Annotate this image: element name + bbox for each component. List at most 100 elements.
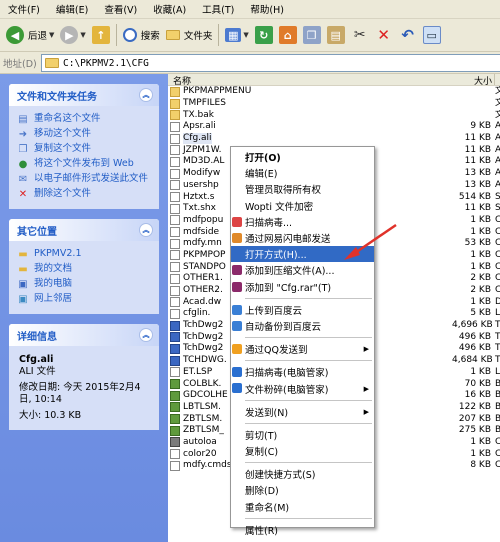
file-row[interactable]: Apsr.ali 9 KB A [168, 121, 500, 133]
file-row[interactable]: Cfg.ali 11 KB A [168, 133, 500, 145]
other-places-header[interactable]: 其它位置 ︽ [9, 219, 159, 241]
file-name: usershp [183, 179, 219, 190]
file-size: 5 KB [470, 308, 492, 319]
file-type: C [495, 238, 500, 249]
file-type: S [495, 191, 500, 202]
menu-item[interactable]: 收藏(A) [145, 2, 194, 16]
file-task-link[interactable]: ▤ 重命名这个文件 [17, 113, 153, 125]
file-task-link[interactable]: ❐ 复制这个文件 [17, 143, 153, 155]
context-menu-item[interactable]: 发送到(N) ▶ [231, 404, 374, 420]
menu-item-label: 重命名(M) [245, 502, 290, 514]
file-tasks-panel: 文件和文件夹任务 ︽ ▤ 重命名这个文件 ➜ 移动这个文件 ❐ 复制这个文件 ● 将这个文件发… [9, 84, 159, 209]
file-name: PKPMPOP [183, 249, 226, 260]
copy-to-button[interactable]: ❐ [300, 22, 324, 48]
context-menu-item[interactable]: 剪切(T) [231, 427, 374, 443]
context-menu-item[interactable]: 属性(R) [231, 522, 374, 538]
file-size: 11 KB [464, 144, 492, 155]
other-place-link[interactable]: ▬ 我的文档 [17, 263, 153, 275]
file-row[interactable]: TX.bak 文 [168, 109, 500, 121]
context-menu-item[interactable]: 编辑(E) [231, 165, 374, 181]
context-menu-item[interactable]: 打开(O) [231, 149, 374, 165]
menu-separator [245, 360, 372, 362]
menu-item[interactable]: 查看(V) [96, 2, 145, 16]
properties-button[interactable]: ▭ [420, 22, 444, 48]
collapse-icon[interactable]: ︽ [139, 223, 153, 237]
back-button[interactable]: ◀ 后退 ▼ [3, 22, 57, 48]
context-menu-item[interactable]: 上传到百度云 [231, 302, 374, 318]
details-header[interactable]: 详细信息 ︽ [9, 324, 159, 346]
file-row[interactable]: TMPFILES 文 [168, 98, 500, 110]
file-icon [170, 121, 180, 132]
folders-button[interactable]: 文件夹 [163, 22, 216, 48]
file-task-link[interactable]: ✉ 以电子邮件形式发送此文件 [17, 173, 153, 185]
context-menu-item[interactable]: 添加到压缩文件(A)... [231, 262, 374, 278]
file-task-link[interactable]: ➜ 移动这个文件 [17, 128, 153, 140]
file-icon [170, 250, 180, 261]
toolbar: ◀ 后退 ▼ ▶ ▼ ↑ 搜索 文件夹 ▦ ▼ ↻ ⌂ ❐ ▤ ✂ ✕ ↶ ▭ [0, 19, 500, 52]
size-column-header[interactable]: 大小 [458, 74, 495, 87]
file-task-link[interactable]: ● 将这个文件发布到 Web [17, 158, 153, 170]
detail-filename: Cfg.ali [19, 354, 54, 365]
context-menu-item[interactable]: 复制(C) [231, 443, 374, 459]
collapse-icon[interactable]: ︽ [139, 328, 153, 342]
file-icon [170, 227, 180, 238]
file-size: 275 KB [458, 425, 492, 436]
file-size: 122 KB [458, 401, 492, 412]
chevron-down-icon[interactable]: ▼ [80, 31, 85, 39]
file-task-link[interactable]: ✕ 删除这个文件 [17, 188, 153, 200]
menu-separator [245, 297, 372, 299]
context-menu-item[interactable]: 通过QQ发送到 ▶ [231, 341, 374, 357]
context-menu-item[interactable]: 添加到 "Cfg.rar"(T) [231, 279, 374, 295]
file-size: 496 KB [458, 343, 492, 354]
context-menu-item[interactable]: 重命名(M) [231, 499, 374, 515]
menu-item-label: 打开方式(H)... [245, 250, 307, 262]
image-file-icon [170, 414, 180, 425]
place-label: 我的电脑 [34, 278, 73, 289]
collapse-icon[interactable]: ︽ [139, 88, 153, 102]
menu-item[interactable]: 工具(T) [194, 2, 242, 16]
address-input[interactable]: C:\PKPMV2.1\CFG [41, 54, 500, 72]
file-row[interactable]: PKPMAPPMENU 文 [168, 86, 500, 98]
refresh-button[interactable]: ↻ [252, 22, 276, 48]
menu-item[interactable]: 文件(F) [0, 2, 48, 16]
context-menu-item[interactable]: 扫描病毒(电脑管家) [231, 364, 374, 380]
views-button[interactable]: ▦ ▼ [222, 22, 251, 48]
file-tasks-header[interactable]: 文件和文件夹任务 ︽ [9, 84, 159, 106]
other-place-link[interactable]: ▣ 我的电脑 [17, 278, 153, 290]
cut-button[interactable]: ✂ [348, 22, 372, 48]
menu-item-label: 剪切(T) [245, 430, 278, 442]
context-menu-item[interactable]: 删除(D) [231, 482, 374, 498]
paste-button[interactable]: ▤ [324, 22, 348, 48]
file-name: ET.LSP [183, 366, 213, 377]
file-name: Acad.dw [183, 296, 222, 307]
menu-item[interactable]: 帮助(H) [242, 2, 292, 16]
file-tasks-list: ▤ 重命名这个文件 ➜ 移动这个文件 ❐ 复制这个文件 ● 将这个文件发布到 Web ✉ 以电子邮… [9, 106, 159, 209]
forward-button[interactable]: ▶ ▼ [57, 22, 88, 48]
other-place-link[interactable]: ▣ 网上邻居 [17, 293, 153, 305]
chevron-down-icon[interactable]: ▼ [243, 31, 248, 39]
delete-button[interactable]: ✕ [372, 22, 396, 48]
folder-up-icon: ↑ [91, 26, 110, 44]
up-folder-button[interactable]: ↑ [89, 22, 113, 48]
executable-icon [170, 320, 180, 331]
context-menu-item[interactable]: 创建快捷方式(S) [231, 466, 374, 482]
context-menu-item[interactable]: 管理员取得所有权 [231, 181, 374, 197]
qq-icon [232, 344, 242, 355]
context-menu-item[interactable]: Wopti 文件加密 [231, 198, 374, 214]
chevron-down-icon[interactable]: ▼ [49, 31, 54, 39]
context-menu-item[interactable]: 自动备份到百度云 [231, 318, 374, 334]
menu-item[interactable]: 编辑(E) [48, 2, 96, 16]
task-label: 以电子邮件形式发送此文件 [34, 173, 149, 184]
other-places-list: ▬ PKPMV2.1 ▬ 我的文档 ▣ 我的电脑 ▣ 网上邻居 [9, 241, 159, 314]
undo-button[interactable]: ↶ [396, 22, 420, 48]
context-menu-item[interactable]: 文件粉碎(电脑管家) ▶ [231, 380, 374, 396]
home-button[interactable]: ⌂ [276, 22, 300, 48]
file-name-cell: Cfg.ali [168, 133, 452, 145]
name-column-header[interactable]: 名称 [168, 74, 458, 87]
other-place-link[interactable]: ▬ PKPMV2.1 [17, 248, 153, 260]
details-panel: 详细信息 ︽ Cfg.ali ALI 文件 修改日期: 今天 2015年2月4日… [9, 324, 159, 430]
search-button[interactable]: 搜索 [120, 22, 163, 48]
file-size: 11 KB [464, 203, 492, 214]
file-size: 1 KB [470, 214, 492, 225]
file-name: TchDwg2 [183, 343, 224, 354]
